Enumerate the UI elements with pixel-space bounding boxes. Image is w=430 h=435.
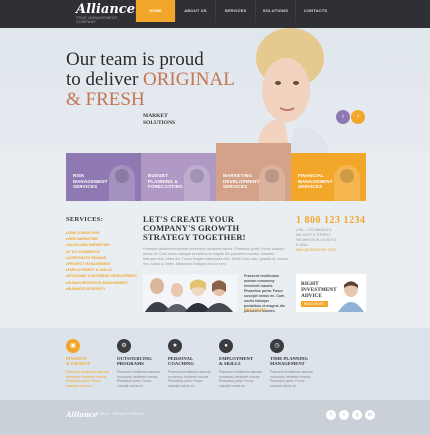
feature-title[interactable]: OUTSOURCING PROGRAMS: [117, 356, 169, 367]
contact-address: USA - LOS ANGELES, 901 EAST E STREET, WI…: [296, 228, 366, 253]
hero-headline: Our team is proud to deliver ORIGINAL & …: [66, 50, 256, 110]
social-links: f t g in: [326, 410, 375, 420]
people-icon[interactable]: ●: [219, 339, 233, 353]
footer-copyright[interactable]: © 2013 · PRIVACY POLICY: [96, 412, 145, 416]
market-line-1: MARKET: [143, 113, 168, 119]
twitter-icon[interactable]: t: [339, 410, 349, 420]
chart-icon[interactable]: ▣: [66, 339, 80, 353]
features-strip: ▣ FINANCE & GRANTS Praesent vestibulum a…: [0, 328, 430, 400]
nav-solutions[interactable]: SOLUTIONS: [255, 0, 295, 22]
tile-label: FINANCIAL MANAGEMENT SERVICES: [298, 173, 360, 190]
tile-budget-planning[interactable]: BUDGET PLANNING & FORECASTING: [141, 153, 216, 201]
tile-label-line: SERVICES: [223, 184, 248, 189]
heading-line: STRATEGY TOGETHER!: [143, 232, 246, 242]
feature-text: Praesent vestibulum aenean nonummy hendr…: [168, 370, 211, 388]
tile-risk-management[interactable]: RISK MANAGEMENT SERVICES: [66, 153, 141, 201]
market-solutions-label: MARKET SOLUTIONS: [143, 113, 203, 127]
investment-advice-box: RIGHT INVESTMENT ADVICE READ MORE: [296, 274, 366, 312]
top-navigation-bar: Alliance TRUE MANAGEMENT COMPANY HOME AB…: [0, 0, 430, 28]
linkedin-icon[interactable]: in: [365, 410, 375, 420]
hero-line-3: & FRESH: [66, 89, 145, 110]
services-heading: SERVICES:: [66, 216, 104, 223]
nav-about-us[interactable]: ABOUT US: [175, 0, 215, 22]
slider-prev-button[interactable]: ‹: [336, 110, 350, 124]
gear-icon[interactable]: ⚙: [117, 339, 131, 353]
service-link[interactable]: HUMAN RESOURCE MANAGEMENT: [66, 280, 137, 286]
chevron-right-icon: ›: [356, 113, 360, 120]
tile-label: MARKETING DEVELOPMENT SERVICES: [223, 173, 285, 190]
feature-text: Praesent vestibulum aenean nonummy hendr…: [117, 370, 160, 388]
market-line-2: SOLUTIONS: [143, 120, 176, 126]
advice-line: ADVICE: [301, 293, 322, 299]
slider-next-button[interactable]: ›: [351, 110, 365, 124]
trophy-icon[interactable]: ★: [168, 339, 182, 353]
feature-title[interactable]: EMPLOYMENT & SKILLS: [219, 356, 271, 367]
hero-line-2-accent: ORIGINAL: [143, 69, 235, 90]
main-content: SERVICES: CRM CONSULTING WEB MARKETING S…: [0, 201, 430, 328]
hero-woman-image: [256, 28, 330, 153]
footer-logo[interactable]: Alliance: [66, 410, 98, 419]
feature-title-line: & GRANTS: [66, 361, 91, 367]
feature-title-line: PROGRAMS: [117, 361, 144, 367]
feature-title-line: & SKILLS: [219, 361, 241, 367]
advisor-photo: [338, 281, 364, 312]
feature-text: Praesent vestibulum aenean nonummy hendr…: [66, 370, 109, 388]
growth-strategy-heading: LET'S CREATE YOUR COMPANY'S GROWTH STRAT…: [143, 215, 263, 242]
hero-banner: Our team is proud to deliver ORIGINAL & …: [0, 28, 430, 153]
feature-title[interactable]: PERSONAL COACHING: [168, 356, 220, 367]
tile-marketing-development[interactable]: MARKETING DEVELOPMENT SERVICES: [216, 143, 291, 201]
facebook-icon[interactable]: f: [326, 410, 336, 420]
growth-strategy-text: Praesent vestibulum aenean nonummy hendr…: [143, 247, 288, 266]
phone-number: 1 800 123 1234: [296, 215, 366, 226]
nav-services[interactable]: SERVICES: [215, 0, 255, 22]
feature-title-line: COACHING: [168, 361, 194, 367]
tile-label-line: SERVICES: [73, 184, 98, 189]
footer: Alliance © 2013 · PRIVACY POLICY f t g i…: [0, 400, 430, 435]
hero-line-2: to deliver ORIGINAL: [66, 70, 256, 90]
service-link[interactable]: BUSINESS INTEGRITY: [66, 286, 137, 292]
service-tiles: RISK MANAGEMENT SERVICES BUDGET PLANNING…: [66, 143, 366, 201]
advice-read-more-button[interactable]: READ MORE: [301, 301, 328, 307]
services-list: CRM CONSULTING WEB MARKETING SALES AND M…: [66, 230, 137, 292]
nav-home[interactable]: HOME: [135, 0, 175, 22]
advice-heading: RIGHT INVESTMENT ADVICE: [301, 281, 337, 299]
tile-label-line: SERVICES: [298, 184, 323, 189]
nav-contacts[interactable]: CONTACTS: [295, 0, 335, 22]
logo[interactable]: Alliance TRUE MANAGEMENT COMPANY: [76, 2, 136, 26]
tile-label-line: FORECASTING: [148, 184, 183, 189]
logo-text: Alliance: [76, 2, 135, 17]
feature-title[interactable]: FINANCE & GRANTS: [66, 356, 118, 367]
team-photo: [143, 274, 238, 312]
chevron-left-icon: ‹: [341, 113, 345, 120]
feature-text: Praesent vestibulum aenean nonummy hendr…: [219, 370, 262, 388]
feature-title[interactable]: TIME PLANNING MANAGEMENT: [270, 356, 322, 367]
feature-title-line: MANAGEMENT: [270, 361, 305, 367]
email-line: E-MAIL: MAIL@DEMOLINK.ORG: [296, 243, 366, 253]
service-link[interactable]: ECONOMIC & BUSINESS DEVELOPMENT: [66, 273, 137, 279]
hero-line-2-plain: to deliver: [66, 69, 144, 90]
feature-text: Praesent vestibulum aenean nonummy hendr…: [270, 370, 313, 388]
read-more-link[interactable]: READ MORE: [244, 308, 266, 312]
google-plus-icon[interactable]: g: [352, 410, 362, 420]
tile-financial-management[interactable]: FINANCIAL MANAGEMENT SERVICES: [291, 153, 366, 201]
email-link[interactable]: MAIL@DEMOLINK.ORG: [296, 248, 336, 252]
hero-line-1: Our team is proud: [66, 49, 204, 70]
main-nav: HOME ABOUT US SERVICES SOLUTIONS CONTACT…: [135, 0, 335, 28]
clock-icon[interactable]: ◷: [270, 339, 284, 353]
tile-label: RISK MANAGEMENT SERVICES: [73, 173, 135, 190]
logo-tagline: TRUE MANAGEMENT COMPANY: [76, 16, 118, 24]
tile-label: BUDGET PLANNING & FORECASTING: [148, 173, 210, 190]
